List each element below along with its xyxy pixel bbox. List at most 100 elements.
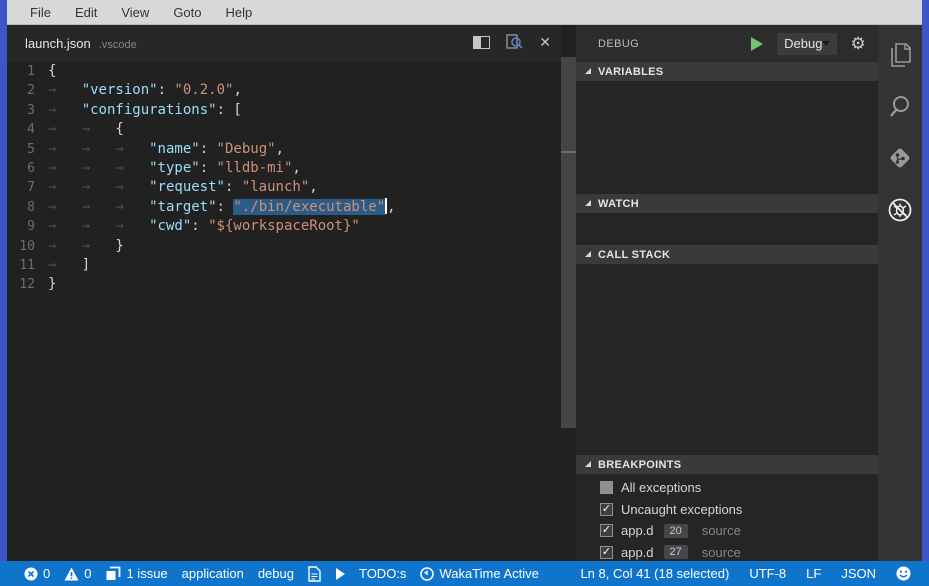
activity-search-icon[interactable] [878, 84, 922, 128]
line-number: 11 [7, 256, 48, 275]
tab-whitespace: → [115, 198, 149, 217]
code-line: 10→→} [7, 237, 561, 256]
language-mode[interactable]: JSON [841, 566, 876, 581]
menu-help[interactable]: Help [226, 5, 253, 20]
breakpoint-row[interactable]: ✓app.d27source [576, 542, 878, 563]
line-number: 10 [7, 237, 48, 256]
feedback-smiley-icon[interactable] [896, 566, 911, 581]
checkbox-unchecked[interactable] [600, 481, 613, 494]
breakpoint-source: source [702, 545, 741, 560]
breakpoint-label: All exceptions [621, 480, 701, 495]
section-breakpoints[interactable]: BREAKPOINTS [576, 455, 878, 474]
code-token: "configurations" [82, 102, 217, 118]
tab-whitespace: → [115, 159, 149, 178]
editor-lines: 1{2→"version": "0.2.0",3→"configurations… [7, 62, 561, 295]
menu-view[interactable]: View [121, 5, 149, 20]
section-variables[interactable]: VARIABLES [576, 62, 878, 81]
code-token: : [217, 199, 234, 215]
breakpoint-row[interactable]: All exceptions [576, 477, 878, 498]
code-line: 9→→→"cwd": "${workspaceRoot}" [7, 217, 561, 236]
configure-gear-icon[interactable]: ⚙ [850, 34, 865, 54]
status-bar: 0 0 1 issue [0, 561, 929, 586]
window-border-right [922, 0, 929, 561]
twisty-icon [585, 461, 591, 467]
section-call-stack[interactable]: CALL STACK [576, 245, 878, 264]
editor[interactable]: 1{2→"version": "0.2.0",3→"configurations… [7, 62, 561, 561]
tab-whitespace: → [48, 81, 82, 100]
debug-sidebar: DEBUG Debug ⚙ VARIABLES WATCH CA [576, 25, 878, 561]
activity-source-control-icon[interactable] [878, 136, 922, 180]
tab-whitespace: → [82, 217, 116, 236]
menu-file[interactable]: File [30, 5, 51, 20]
task-debug[interactable]: debug [258, 566, 294, 581]
tab-folder-label: .vscode [99, 39, 137, 51]
breakpoint-row[interactable]: ✓ Uncaught exceptions [576, 499, 878, 520]
breakpoint-source: source [702, 523, 741, 538]
open-preview-icon[interactable] [506, 34, 523, 50]
vscode-window: File Edit View Goto Help launch.json .vs… [0, 0, 929, 586]
code-token: : [ [217, 102, 242, 118]
line-number: 1 [7, 62, 48, 81]
code-line: 5→→→"name": "Debug", [7, 140, 561, 159]
code-line: 4→→{ [7, 120, 561, 139]
todo-status[interactable]: TODO:s [359, 566, 406, 581]
warning-icon [64, 567, 79, 581]
section-watch[interactable]: WATCH [576, 194, 878, 213]
code-token: } [48, 276, 56, 292]
code-token: "0.2.0" [174, 82, 233, 98]
issues-status[interactable]: 1 issue [105, 566, 167, 582]
task-application[interactable]: application [182, 566, 244, 581]
code-token: : [200, 141, 217, 157]
tab-whitespace: → [82, 198, 116, 217]
changelog-file-icon[interactable] [308, 566, 321, 582]
line-number: 8 [7, 198, 48, 217]
run-task-icon[interactable] [335, 568, 345, 580]
eol-indicator[interactable]: LF [806, 566, 821, 581]
code-token: "${workspaceRoot}" [208, 218, 360, 234]
scrollbar-divider [561, 151, 576, 153]
error-status[interactable]: 0 [24, 566, 50, 581]
issues-icon [105, 566, 121, 582]
code-token: { [115, 121, 123, 137]
chevron-down-icon [822, 41, 830, 46]
breakpoint-row[interactable]: ✓app.d20source [576, 520, 878, 541]
cursor-position[interactable]: Ln 8, Col 41 (18 selected) [580, 566, 729, 581]
activity-explorer-icon[interactable] [878, 33, 922, 77]
tab-whitespace: → [82, 159, 116, 178]
line-number: 6 [7, 159, 48, 178]
code-line: 12} [7, 275, 561, 294]
window-border-left [0, 0, 7, 561]
tab-filename[interactable]: launch.json [25, 36, 91, 51]
line-number: 3 [7, 101, 48, 120]
line-number: 5 [7, 140, 48, 159]
warning-status[interactable]: 0 [64, 566, 91, 581]
debug-panel-title: DEBUG [598, 38, 639, 50]
split-editor-icon[interactable] [473, 36, 490, 49]
editor-scrollbar[interactable] [561, 57, 576, 428]
menu-edit[interactable]: Edit [75, 5, 97, 20]
line-badge: 27 [664, 545, 688, 559]
menu-goto[interactable]: Goto [173, 5, 201, 20]
activity-debug-icon[interactable] [878, 188, 922, 232]
debug-config-select[interactable]: Debug [777, 33, 837, 55]
start-debug-icon[interactable] [751, 37, 763, 51]
close-icon[interactable]: ✕ [539, 36, 551, 49]
code-token: "Debug" [217, 141, 276, 157]
code-token: "launch" [242, 179, 309, 195]
code-token: , [233, 82, 241, 98]
code-token: : [225, 179, 242, 195]
editor-actions: ✕ [473, 34, 551, 50]
code-line: 2→"version": "0.2.0", [7, 81, 561, 100]
wakatime-status[interactable]: WakaTime Active [420, 566, 538, 581]
tab-whitespace: → [115, 140, 149, 159]
code-token: "version" [82, 82, 158, 98]
breakpoint-label: Uncaught exceptions [621, 502, 742, 517]
code-token: } [115, 238, 123, 254]
code-token: : [191, 218, 208, 234]
debug-config-value: Debug [784, 36, 822, 51]
checkbox-checked[interactable]: ✓ [600, 524, 613, 537]
encoding-indicator[interactable]: UTF-8 [749, 566, 786, 581]
code-token: : [200, 160, 217, 176]
checkbox-checked[interactable]: ✓ [600, 503, 613, 516]
checkbox-checked[interactable]: ✓ [600, 546, 613, 559]
